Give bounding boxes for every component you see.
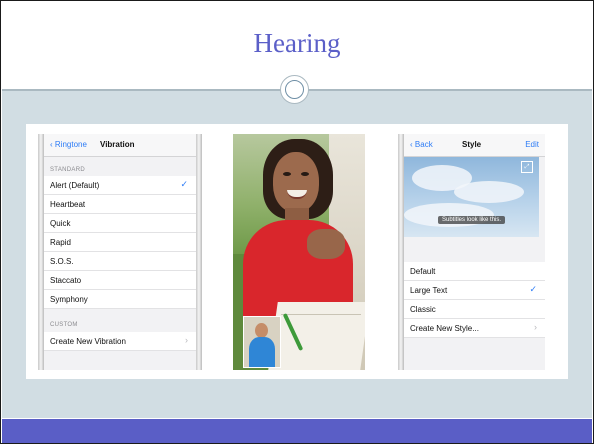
list-item-label: Default [410,267,436,276]
back-chevron-icon: ‹ [410,140,413,149]
create-new-vibration-item[interactable]: Create New Vibration › [44,332,196,351]
list-item-label: Symphony [50,295,88,304]
subtitle-style-screen: ‹ Back Style Edit ⤢ Subtitles look like … [398,134,545,370]
cloud [454,181,524,203]
section-header-custom: CUSTOM [50,322,78,328]
signing-hand [307,229,345,259]
list-item[interactable]: Large Text ✓ [404,281,545,300]
screenshot-gallery: ‹ Ringtone Vibration STANDARD Alert (Def… [26,124,568,379]
list-item-label: Alert (Default) [50,181,100,190]
list-item[interactable]: Create New Style... › [404,319,545,338]
list-item-label: Create New Style... [410,324,479,333]
pip-person-head [255,323,268,338]
subtitle-preview-video: ⤢ Subtitles look like this. [404,157,539,237]
vibration-settings-screen: ‹ Ringtone Vibration STANDARD Alert (Def… [38,134,202,370]
checkmark-icon: ✓ [180,179,188,189]
divider-circle-inner [285,80,304,99]
list-item-label: S.O.S. [50,257,74,266]
nav-title: Style [462,140,482,149]
expand-icon[interactable]: ⤢ [521,161,533,173]
notebook-paper [268,302,365,370]
section-header-standard: STANDARD [50,167,85,173]
back-label: Ringtone [54,140,87,149]
checkmark-icon: ✓ [529,284,537,294]
list-item-label: Large Text [410,286,448,295]
nav-title: Vibration [100,140,135,149]
nav-bar: ‹ Back Style Edit [404,134,545,157]
list-item[interactable]: Quick [44,214,196,233]
list-item[interactable]: Heartbeat [44,195,196,214]
back-label: Back [414,140,433,149]
list-item[interactable]: Alert (Default) ✓ [44,176,196,195]
picture-in-picture-preview[interactable] [243,316,281,368]
list-item-label: Staccato [50,276,82,285]
list-item-label: Rapid [50,238,71,247]
list-item-label: Heartbeat [50,200,86,209]
list-item[interactable]: Symphony [44,290,196,309]
chevron-right-icon: › [534,322,537,332]
back-chevron-icon: ‹ [50,140,53,149]
list-item[interactable]: S.O.S. [44,252,196,271]
list-item-label: Create New Vibration [50,337,126,346]
slide-title: Hearing [253,28,341,58]
person-face [273,152,319,212]
edit-button[interactable]: Edit [525,140,539,149]
phone-frame-right [196,134,202,370]
nav-bar: ‹ Ringtone Vibration [44,134,196,157]
back-button[interactable]: ‹ Back [410,140,433,149]
chevron-right-icon: › [185,335,188,345]
subtitle-preview-text: Subtitles look like this. [438,216,506,224]
list-item[interactable]: Classic [404,300,545,319]
list-item[interactable]: Staccato [44,271,196,290]
list-item[interactable]: Default [404,262,545,281]
slide-footer-bar [2,419,592,443]
person-eye [283,172,291,176]
back-button[interactable]: ‹ Ringtone [50,140,87,149]
person-eye [301,172,309,176]
list-item-label: Classic [410,305,436,314]
pip-person-body [249,337,275,367]
list-item[interactable]: Rapid [44,233,196,252]
facetime-video-screen [233,134,365,370]
list-item-label: Quick [50,219,71,228]
slide: Hearing ‹ Ringtone Vibration STANDARD Al… [0,0,594,444]
divider-circle-ornament [280,75,309,104]
paper-line [281,314,361,315]
